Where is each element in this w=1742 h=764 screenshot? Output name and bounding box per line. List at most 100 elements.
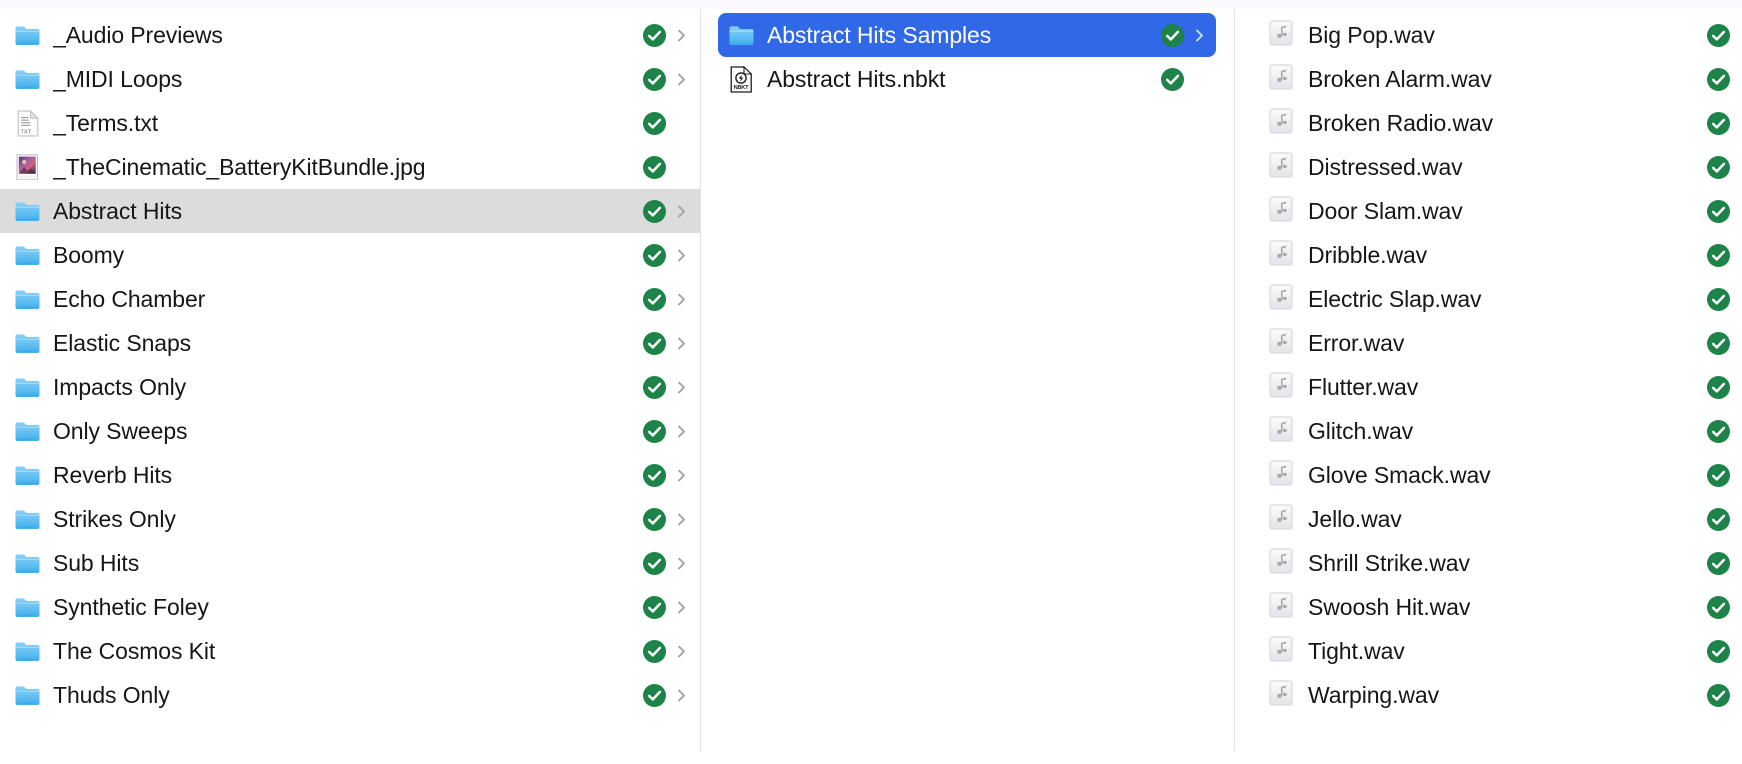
row-trailing-accessories xyxy=(1706,287,1730,311)
folder-row[interactable]: Echo Chamber xyxy=(0,277,700,321)
row-trailing-accessories xyxy=(1158,23,1206,47)
folder-row[interactable]: Synthetic Foley xyxy=(0,585,700,629)
row-label: Sub Hits xyxy=(53,549,140,576)
audio-file-icon xyxy=(1269,636,1294,667)
row-icon xyxy=(14,462,41,489)
chevron-right-icon[interactable] xyxy=(675,684,688,707)
row-icon xyxy=(14,198,41,225)
file-row[interactable]: Jello.wav xyxy=(1254,497,1742,541)
audio-file-icon xyxy=(1269,592,1294,623)
file-row[interactable]: Glove Smack.wav xyxy=(1254,453,1742,497)
folder-icon xyxy=(728,24,755,47)
folder-icon xyxy=(14,200,41,223)
row-label: Jello.wav xyxy=(1308,505,1402,532)
audio-file-icon xyxy=(1269,108,1294,139)
chevron-right-icon[interactable] xyxy=(675,420,688,443)
row-icon xyxy=(14,682,41,709)
check-badge-icon xyxy=(643,639,666,663)
folder-row[interactable]: Abstract Hits Samples xyxy=(718,13,1216,57)
row-icon xyxy=(14,638,41,665)
file-row[interactable]: Broken Radio.wav xyxy=(1254,101,1742,145)
file-row[interactable]: Distressed.wav xyxy=(1254,145,1742,189)
finder-column-2[interactable]: Abstract Hits Samples NBKT Abstract Hits… xyxy=(700,0,1234,764)
row-icon xyxy=(14,242,41,269)
file-row[interactable]: Electric Slap.wav xyxy=(1254,277,1742,321)
chevron-right-icon[interactable] xyxy=(675,288,688,311)
row-trailing-accessories xyxy=(1706,639,1730,663)
chevron-right-icon[interactable] xyxy=(675,24,688,47)
chevron-right-icon[interactable] xyxy=(675,596,688,619)
chevron-right-icon[interactable] xyxy=(675,376,688,399)
check-badge-icon xyxy=(643,683,666,707)
row-icon xyxy=(1268,284,1295,315)
check-badge-icon xyxy=(1707,331,1730,355)
column-divider-2[interactable] xyxy=(1234,9,1235,751)
row-label: Impacts Only xyxy=(53,373,187,400)
row-trailing-accessories xyxy=(1706,23,1730,47)
folder-row[interactable]: Strikes Only xyxy=(0,497,700,541)
file-row[interactable]: Flutter.wav xyxy=(1254,365,1742,409)
file-row[interactable]: Big Pop.wav xyxy=(1254,13,1742,57)
folder-row[interactable]: Only Sweeps xyxy=(0,409,700,453)
folder-icon xyxy=(14,420,41,443)
check-badge-icon xyxy=(1707,419,1730,443)
row-label: Warping.wav xyxy=(1308,681,1439,708)
folder-row[interactable]: _MIDI Loops xyxy=(0,57,700,101)
row-label: _TheCinematic_BatteryKitBundle.jpg xyxy=(53,153,426,180)
folder-icon xyxy=(14,596,41,619)
folder-row[interactable]: Abstract Hits xyxy=(0,189,700,233)
row-trailing-accessories xyxy=(640,287,688,311)
file-row[interactable]: Dribble.wav xyxy=(1254,233,1742,277)
row-label: Abstract Hits xyxy=(53,197,183,224)
folder-row[interactable]: Sub Hits xyxy=(0,541,700,585)
file-row[interactable]: Swoosh Hit.wav xyxy=(1254,585,1742,629)
chevron-right-icon[interactable] xyxy=(1193,24,1206,47)
file-row[interactable]: NBKT Abstract Hits.nbkt xyxy=(718,57,1216,101)
check-badge-icon xyxy=(1707,23,1730,47)
file-row[interactable]: TXT _Terms.txt xyxy=(0,101,700,145)
folder-row[interactable]: Impacts Only xyxy=(0,365,700,409)
chevron-right-icon[interactable] xyxy=(675,464,688,487)
row-trailing-accessories xyxy=(1706,331,1730,355)
file-row[interactable]: Warping.wav xyxy=(1254,673,1742,717)
column-divider-1[interactable] xyxy=(700,9,701,751)
check-badge-icon xyxy=(643,595,666,619)
folder-row[interactable]: The Cosmos Kit xyxy=(0,629,700,673)
chevron-right-icon[interactable] xyxy=(675,508,688,531)
file-row[interactable]: Error.wav xyxy=(1254,321,1742,365)
row-label: Elastic Snaps xyxy=(53,329,192,356)
row-icon xyxy=(1268,548,1295,577)
chevron-right-icon[interactable] xyxy=(675,244,688,267)
folder-icon xyxy=(14,508,41,531)
chevron-right-icon[interactable] xyxy=(675,332,688,355)
check-badge-icon xyxy=(643,507,666,531)
check-badge-icon xyxy=(643,111,666,135)
audio-file-icon xyxy=(1269,152,1294,183)
file-row[interactable]: Shrill Strike.wav xyxy=(1254,541,1742,585)
check-badge-icon xyxy=(643,155,666,179)
folder-row[interactable]: Thuds Only xyxy=(0,673,700,717)
file-row[interactable]: Tight.wav xyxy=(1254,629,1742,673)
folder-row[interactable]: Boomy xyxy=(0,233,700,277)
folder-row[interactable]: Elastic Snaps xyxy=(0,321,700,365)
chevron-right-icon[interactable] xyxy=(675,68,688,91)
file-row[interactable]: Glitch.wav xyxy=(1254,409,1742,453)
chevron-right-icon[interactable] xyxy=(675,552,688,575)
chevron-right-icon[interactable] xyxy=(675,200,688,223)
row-label: Thuds Only xyxy=(53,681,170,708)
row-label: Broken Radio.wav xyxy=(1308,109,1494,136)
audio-file-icon xyxy=(1269,284,1294,315)
chevron-right-icon[interactable] xyxy=(675,640,688,663)
finder-column-3[interactable]: Big Pop.wav Broken Alarm.wav Broken Radi… xyxy=(1234,0,1742,764)
file-row[interactable]: _TheCinematic_BatteryKitBundle.jpg xyxy=(0,145,700,189)
folder-row[interactable]: Reverb Hits xyxy=(0,453,700,497)
file-row[interactable]: Broken Alarm.wav xyxy=(1254,57,1742,101)
row-icon xyxy=(1268,460,1295,491)
finder-column-1[interactable]: _Audio Previews _MIDI Loops TXT _Terms.t… xyxy=(0,0,700,764)
audio-file-icon xyxy=(1269,460,1294,491)
row-label: Tight.wav xyxy=(1308,637,1405,664)
folder-row[interactable]: _Audio Previews xyxy=(0,13,700,57)
svg-text:NBKT: NBKT xyxy=(734,85,750,91)
row-icon xyxy=(1268,64,1295,93)
file-row[interactable]: Door Slam.wav xyxy=(1254,189,1742,233)
